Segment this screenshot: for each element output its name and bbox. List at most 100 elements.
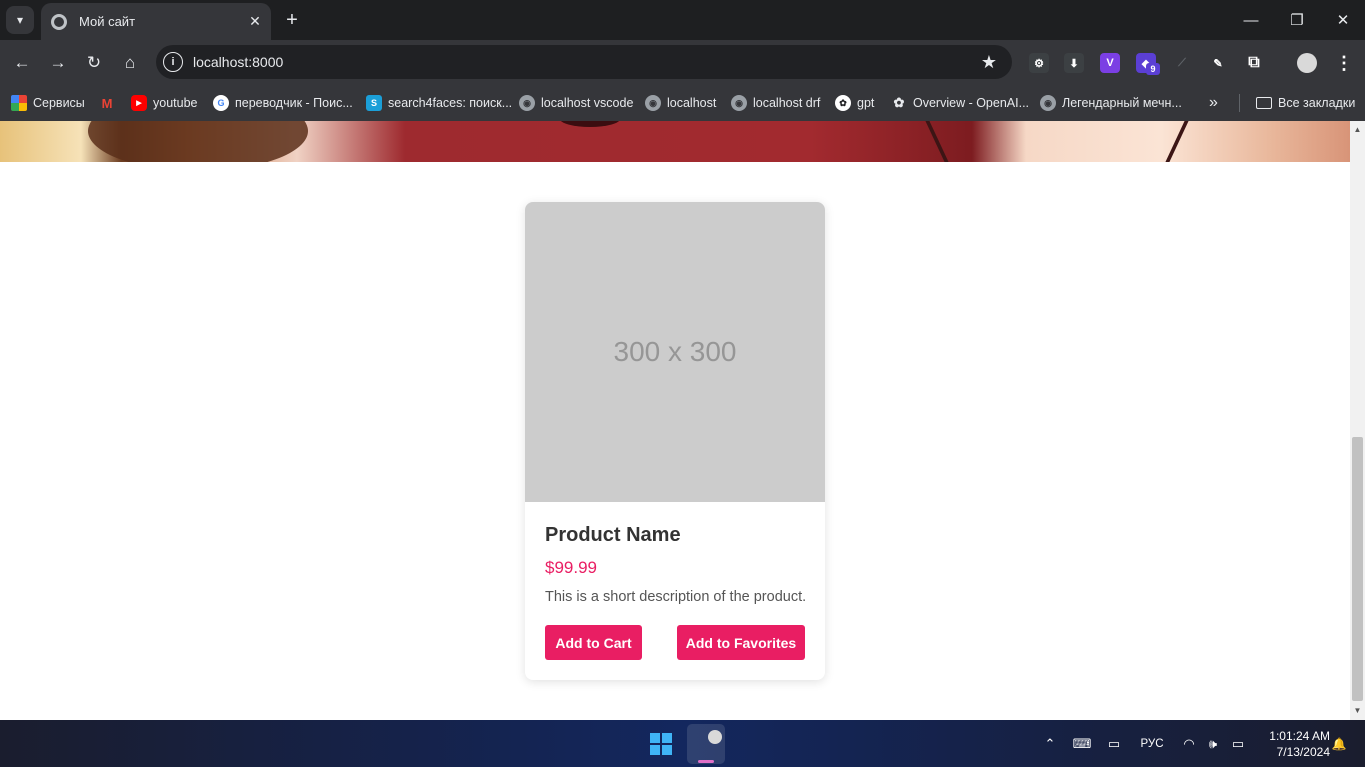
bookmark-label: переводчик - Поис... [235,96,353,110]
url-text[interactable]: localhost:8000 [193,54,974,70]
bookmark-search4faces[interactable]: S search4faces: поиск... [366,93,512,113]
bookmark-label: Легендарный мечн... [1062,96,1182,110]
clock-date: 7/13/2024 [1276,745,1330,759]
extension-icon-1[interactable]: ⚙ [1029,53,1049,73]
bookmark-gmail[interactable]: M [99,93,121,113]
globe-icon: ◉ [1040,95,1056,111]
windows-logo-tile [662,745,672,755]
windows-logo-tile [650,745,660,755]
bookmark-label: youtube [153,96,198,110]
app-avatar-icon [708,730,722,744]
page-viewport: 300 x 300 Product Name $99.99 This is a … [0,121,1350,720]
site-info-icon[interactable]: i [163,52,183,72]
bookmarks-bar: Сервисы M ▶ youtube G переводчик - Поис.… [0,85,1365,121]
back-button[interactable]: ← [8,49,36,77]
language-indicator[interactable]: РУС [1138,734,1166,754]
bookmark-label: Сервисы [33,96,85,110]
wifi-icon[interactable]: ◠ [1180,734,1198,754]
product-card: 300 x 300 Product Name $99.99 This is a … [525,202,825,680]
forward-button[interactable]: → [44,49,72,77]
bookmark-star-icon[interactable]: ★ [974,52,1004,73]
notification-bell-icon[interactable]: 🔔 [1330,734,1348,754]
google-icon: G [213,95,229,111]
windows-logo-tile [662,733,672,743]
add-to-favorites-button[interactable]: Add to Favorites [677,625,805,660]
scrollbar-thumb[interactable] [1352,437,1363,701]
address-bar[interactable]: i localhost:8000 ★ [156,45,1012,79]
apps-grid-icon [11,95,27,111]
menu-icon[interactable]: ⋮ [1334,53,1354,73]
bookmark-label: Overview - OpenAI... [913,96,1030,110]
all-bookmarks-button[interactable]: Все закладки [1256,93,1355,113]
product-price: $99.99 [545,558,597,577]
extension-icon-6[interactable]: ✎ [1208,53,1228,73]
tab-search-button[interactable]: ▾ [6,6,34,34]
toolbar: ← → ↻ ⌂ i localhost:8000 ★ ⚙ ⬇ V ◆ 9 ⟋ ✎… [0,40,1365,85]
bookmarks-overflow-button[interactable]: » [1209,93,1218,113]
display-icon[interactable]: ▭ [1103,734,1125,754]
bookmark-label: localhost [667,96,717,110]
clock-time: 1:01:24 AM [1269,729,1330,743]
bookmark-gpt[interactable]: ✿ gpt [835,93,874,113]
banner-shape [560,121,620,127]
bookmark-label: search4faces: поиск... [388,96,513,110]
clock[interactable]: 1:01:24 AM 7/13/2024 [1255,728,1330,760]
extension-badge: 9 [1146,63,1160,75]
page-scrollbar[interactable]: ▲ ▼ [1350,121,1365,720]
bookmark-label: gpt [857,96,875,110]
start-button[interactable] [650,733,672,755]
close-window-button[interactable]: ✕ [1328,6,1358,34]
tab-title: Мой сайт [79,14,136,29]
extension-icon-5[interactable]: ⟋ [1172,53,1192,73]
product-description: This is a short description of the produ… [545,589,807,605]
all-bookmarks-label: Все закладки [1278,96,1356,110]
bookmark-label: localhost drf [753,96,821,110]
s-icon: S [366,95,382,111]
taskbar: ⌃ ⌨ ▭ РУС ◠ 🕪 ▭ 1:01:24 AM 7/13/2024 🔔 [0,720,1365,767]
scroll-up-arrow-icon[interactable]: ▲ [1350,123,1365,137]
extension-icon-4[interactable]: ◆ 9 [1136,53,1160,75]
home-button[interactable]: ⌂ [116,49,144,77]
add-to-cart-button[interactable]: Add to Cart [545,625,642,660]
tray-chevron-icon[interactable]: ⌃ [1041,734,1059,754]
globe-icon: ◉ [645,95,661,111]
globe-icon [51,13,67,30]
gmail-icon: M [101,95,113,111]
bookmark-services[interactable]: Сервисы [11,93,85,113]
minimize-button[interactable]: — [1236,6,1266,34]
profile-avatar[interactable] [1297,53,1317,73]
extension-icon-2[interactable]: ⬇ [1064,53,1084,73]
active-app-indicator [698,760,714,763]
bookmark-localhost[interactable]: ◉ localhost [645,93,716,113]
bookmark-legendary[interactable]: ◉ Легендарный мечн... [1040,93,1182,113]
bookmark-youtube[interactable]: ▶ youtube [131,93,197,113]
extension-icon-3[interactable]: V [1100,53,1120,73]
banner-shape [88,121,308,162]
volume-icon[interactable]: 🕪 [1203,734,1223,754]
new-tab-button[interactable]: + [280,8,304,32]
keyboard-icon[interactable]: ⌨ [1071,734,1093,754]
globe-icon: ◉ [731,95,747,111]
bookmarks-divider [1239,94,1240,112]
banner-shape [925,121,949,162]
product-name: Product Name [545,524,681,546]
browser-chrome: ▾ Мой сайт ✕ + — ❐ ✕ ← → ↻ ⌂ i localhost… [0,0,1365,121]
hero-banner-image [0,121,1350,162]
restore-button[interactable]: ❐ [1282,6,1312,34]
windows-logo-tile [650,733,660,743]
extensions-puzzle-icon[interactable]: ⧉ [1244,53,1264,73]
reload-button[interactable]: ↻ [80,49,108,77]
bookmark-localhost-vscode[interactable]: ◉ localhost vscode [519,93,633,113]
tab-bar: ▾ Мой сайт ✕ + — ❐ ✕ [0,0,1365,40]
youtube-icon: ▶ [131,95,147,111]
bookmark-localhost-drf[interactable]: ◉ localhost drf [731,93,820,113]
placeholder-text: 300 x 300 [613,336,737,367]
bookmark-translator[interactable]: G переводчик - Поис... [213,93,353,113]
openai-icon: ✿ [893,95,905,110]
tab-active[interactable]: Мой сайт ✕ [41,3,271,40]
bookmark-openai-overview[interactable]: ✿ Overview - OpenAI... [891,93,1029,113]
battery-icon[interactable]: ▭ [1228,734,1248,754]
taskbar-browser-app[interactable] [687,724,725,764]
close-tab-icon[interactable]: ✕ [245,12,265,32]
scroll-down-arrow-icon[interactable]: ▼ [1350,704,1365,718]
